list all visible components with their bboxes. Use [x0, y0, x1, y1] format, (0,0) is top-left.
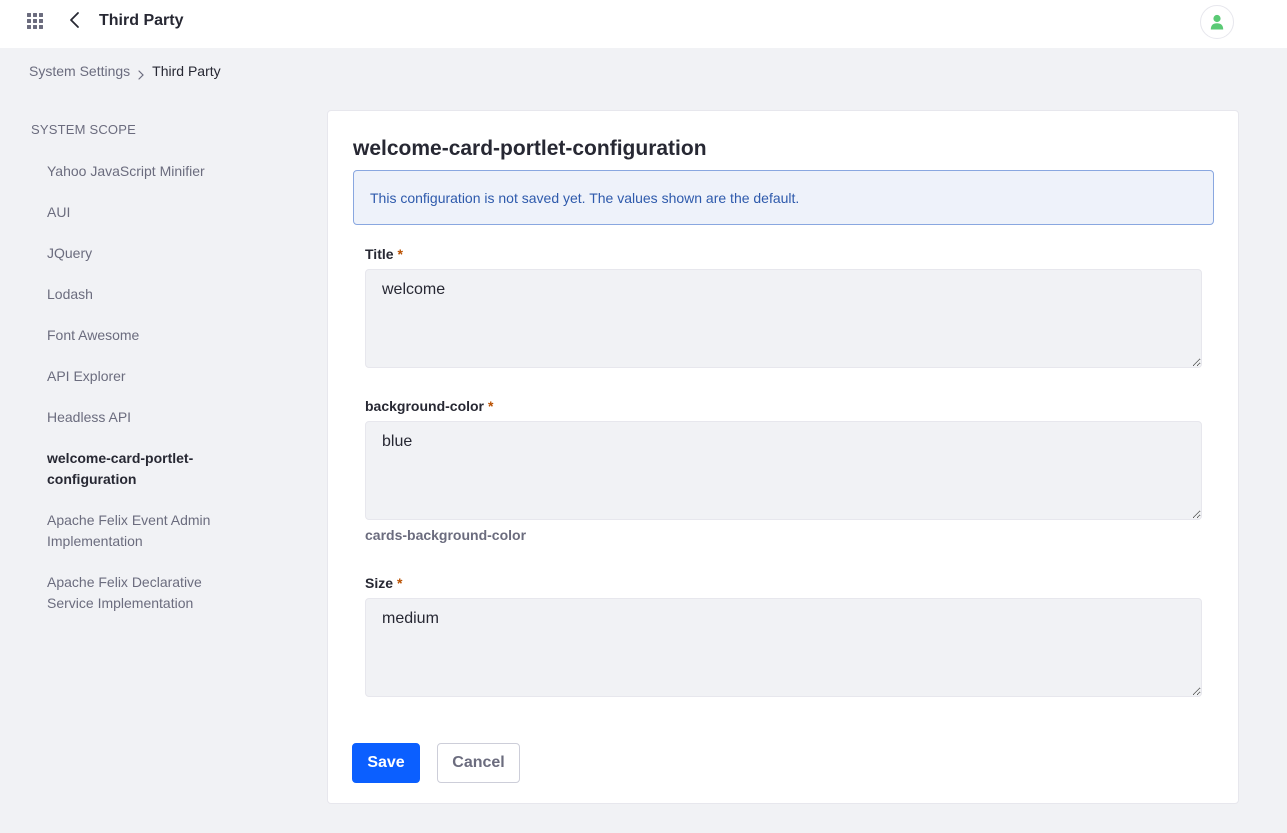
sidebar-item-lodash[interactable]: Lodash — [47, 284, 247, 305]
sidebar-item-api-explorer[interactable]: API Explorer — [47, 366, 247, 387]
page-title: Third Party — [99, 12, 184, 29]
user-avatar[interactable] — [1200, 5, 1234, 39]
background-color-help-text: cards-background-color — [365, 527, 527, 543]
size-field-label: Size * — [365, 574, 402, 592]
back-chevron-icon[interactable] — [66, 10, 84, 30]
apps-grid-icon[interactable] — [27, 13, 43, 29]
top-bar: Third Party — [0, 0, 1287, 48]
sidebar-item-yahoo-js-minifier[interactable]: Yahoo JavaScript Minifier — [47, 161, 247, 182]
sidebar-item-felix-event-admin[interactable]: Apache Felix Event Admin Implementation — [47, 510, 222, 552]
background-color-field[interactable]: blue — [365, 421, 1202, 520]
configuration-title: welcome-card-portlet-configuration — [353, 137, 707, 160]
breadcrumb: System Settings Third Party — [29, 62, 221, 80]
sidebar-heading: SYSTEM SCOPE — [31, 122, 136, 137]
sidebar-item-font-awesome[interactable]: Font Awesome — [47, 325, 247, 346]
configuration-card: welcome-card-portlet-configuration This … — [327, 110, 1239, 804]
user-icon — [1210, 14, 1224, 30]
required-mark: * — [397, 575, 403, 591]
sidebar-item-jquery[interactable]: JQuery — [47, 243, 247, 264]
background-color-label-text: background-color — [365, 398, 485, 414]
title-field[interactable]: welcome — [365, 269, 1202, 368]
breadcrumb-system-settings[interactable]: System Settings — [29, 62, 130, 80]
sidebar-item-felix-declarative-service[interactable]: Apache Felix Declarative Service Impleme… — [47, 572, 222, 614]
chevron-right-icon — [138, 66, 145, 80]
info-alert: This configuration is not saved yet. The… — [353, 170, 1214, 225]
title-label-text: Title — [365, 246, 394, 262]
sidebar-item-headless-api[interactable]: Headless API — [47, 407, 247, 428]
required-mark: * — [397, 246, 403, 262]
cancel-button[interactable]: Cancel — [437, 743, 520, 783]
size-field[interactable]: medium — [365, 598, 1202, 697]
background-color-field-label: background-color * — [365, 397, 493, 415]
sidebar-item-aui[interactable]: AUI — [47, 202, 247, 223]
save-button[interactable]: Save — [352, 743, 420, 783]
size-label-text: Size — [365, 575, 394, 591]
breadcrumb-current: Third Party — [152, 63, 221, 79]
sidebar-item-welcome-card-config[interactable]: welcome-card-portlet-configuration — [47, 448, 217, 490]
required-mark: * — [488, 398, 494, 414]
title-field-label: Title * — [365, 245, 403, 263]
